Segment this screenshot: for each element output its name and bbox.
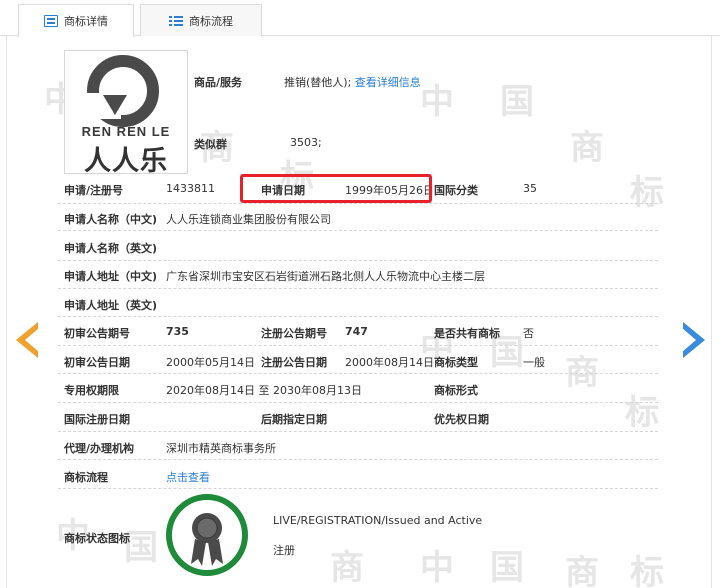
first-pub-date-value: 2000年05月14日: [166, 356, 255, 369]
next-arrow-icon[interactable]: [682, 322, 705, 358]
row-divider: [58, 402, 658, 403]
watermark-char: 国: [490, 548, 524, 588]
applicant-cn-label: 申请人名称（中文): [64, 213, 158, 226]
first-pub-date-label: 初审公告日期: [64, 356, 130, 369]
intl-class-label: 国际分类: [434, 184, 478, 197]
tab-trademark-detail[interactable]: 商标详情: [18, 4, 134, 37]
priority-date-label: 优先权日期: [434, 413, 489, 426]
watermark-char: 标: [625, 393, 659, 433]
process-label: 商标流程: [64, 471, 108, 484]
watermark-char: 中: [420, 82, 454, 122]
similar-group-label: 类似群: [194, 138, 227, 151]
later-designation-date-label: 后期指定日期: [261, 413, 327, 426]
watermark-char: 国: [500, 82, 534, 122]
watermark-char: 商: [565, 353, 599, 393]
row-divider: [58, 260, 658, 261]
exclusive-period-label: 专用权期限: [64, 384, 119, 397]
registered-status-icon: [166, 494, 248, 576]
watermark-char: 商: [570, 128, 604, 168]
row-divider: [58, 488, 658, 489]
tab-label: 商标流程: [189, 14, 233, 28]
goods-services-label: 商品/服务: [194, 76, 243, 89]
row-divider: [58, 230, 658, 231]
reg-no-value: 1433811: [166, 182, 215, 195]
status-cn-text: 注册: [273, 544, 295, 557]
exclusive-period-value: 2020年08月14日 至 2030年08月13日: [166, 384, 362, 397]
prev-arrow-icon[interactable]: [16, 322, 39, 358]
tab-bar: 商标详情 商标流程: [0, 0, 720, 37]
reg-pub-date-label: 注册公告日期: [261, 356, 327, 369]
reg-pub-no-value: 747: [345, 325, 368, 338]
tab-label: 商标详情: [64, 15, 108, 28]
mark-type-value: 一般: [523, 356, 545, 369]
row-divider: [58, 288, 658, 289]
watermark-char: 中: [420, 548, 454, 588]
status-icon-label: 商标状态图标: [64, 532, 130, 545]
row-divider: [58, 203, 658, 204]
intl-class-value: 35: [523, 182, 537, 195]
reg-no-label: 申请/注册号: [64, 184, 124, 197]
tab-trademark-process[interactable]: 商标流程: [140, 4, 262, 36]
agency-value: 深圳市精英商标事务所: [166, 442, 276, 455]
first-pub-no-label: 初审公告期号: [64, 327, 130, 340]
watermark-char: 商: [330, 548, 364, 588]
row-divider: [58, 459, 658, 460]
trademark-symbol-icon: [85, 55, 159, 127]
list-icon: [169, 15, 183, 27]
goods-services-text: 推销(替他人);: [284, 76, 352, 89]
row-divider: [58, 373, 658, 374]
logo-cn-text: 人人乐: [84, 146, 168, 177]
address-en-label: 申请人地址（英文): [64, 299, 158, 312]
applicant-en-label: 申请人名称（英文): [64, 242, 158, 255]
reg-pub-date-value: 2000年08月14日: [345, 356, 434, 369]
row-divider: [58, 316, 658, 317]
goods-services-value: 推销(替他人); 查看详细信息: [284, 74, 421, 90]
watermark-char: 商: [565, 553, 599, 588]
agency-label: 代理/办理机构: [64, 442, 135, 455]
intl-reg-date-label: 国际注册日期: [64, 413, 130, 426]
shared-mark-value: 否: [523, 327, 534, 340]
mark-type-label: 商标类型: [434, 356, 478, 369]
watermark-char: 标: [630, 553, 664, 588]
address-cn-value: 广东省深圳市宝安区石岩街道洲石路北侧人人乐物流中心主楼二层: [166, 270, 485, 283]
view-detail-link[interactable]: 查看详细信息: [355, 76, 421, 89]
first-pub-no-value: 735: [166, 325, 189, 338]
shared-mark-label: 是否共有商标: [434, 327, 500, 340]
watermark-char: 标: [630, 173, 664, 213]
address-cn-label: 申请人地址（中文): [64, 270, 158, 283]
row-divider: [58, 431, 658, 432]
detail-icon: [44, 15, 58, 27]
status-en-text: LIVE/REGISTRATION/Issued and Active: [273, 514, 483, 527]
logo-brand-text: REN REN LE: [81, 124, 171, 139]
view-process-link[interactable]: 点击查看: [166, 469, 210, 485]
trademark-image: REN REN LE 人人乐: [64, 50, 188, 177]
apply-date-highlight: [240, 174, 432, 203]
mark-form-label: 商标形式: [434, 384, 478, 397]
similar-group-value: 3503;: [290, 136, 322, 149]
row-divider: [58, 345, 658, 346]
applicant-cn-value: 人人乐连锁商业集团股份有限公司: [166, 213, 331, 226]
reg-pub-no-label: 注册公告期号: [261, 327, 327, 340]
